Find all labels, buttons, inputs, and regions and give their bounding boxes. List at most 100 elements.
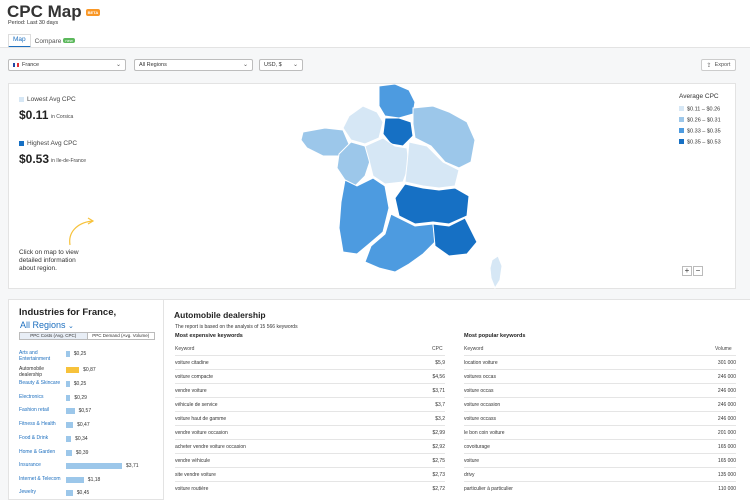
toggle-ppc-costs[interactable]: PPC Costs (Avg. CPC) [20, 333, 88, 339]
tab-divider [0, 47, 750, 48]
region-paca[interactable] [432, 217, 478, 257]
industry-item[interactable]: Home & Garden [19, 449, 64, 455]
curved-arrow-icon [69, 217, 95, 246]
toggle-ppc-demand[interactable]: PPC Demand (Avg. Volume) [88, 333, 155, 339]
value-cell: $2,99 [432, 430, 445, 436]
industry-bar [66, 477, 84, 483]
highest-swatch [19, 140, 24, 146]
industry-bar [66, 367, 80, 373]
value-cell: 246 000 [717, 402, 736, 408]
region-corsica[interactable] [489, 255, 503, 290]
industry-item[interactable]: Internet & Telecom [19, 476, 64, 482]
industry-item[interactable]: Electronics [19, 394, 64, 400]
table-row: vendre voiture $3,71 [175, 383, 445, 397]
currency-select[interactable]: USD, $ ⌄ [259, 59, 303, 71]
tab-map[interactable]: Map [8, 34, 31, 48]
industry-item[interactable]: Food & Drink [19, 435, 64, 441]
industry-item[interactable]: Insurance [19, 462, 64, 468]
industry-value: $0,29 [74, 395, 87, 401]
table-row: voitures occas 246 000 [464, 369, 736, 383]
keyword-cell: vendre voiture occasion [175, 430, 228, 436]
industry-item[interactable]: Arts and Entertainment [19, 350, 64, 362]
industry-bar [66, 463, 122, 469]
zoom-out-button[interactable]: − [693, 266, 703, 276]
keyword-cell: voitures occas [464, 374, 496, 380]
keyword-cell: voiture compacte [175, 374, 214, 380]
keyword-cell: voiture [464, 458, 480, 464]
period-label: Period: Last 30 days [8, 20, 59, 26]
highest-cpc-label: Highest Avg CPC [19, 140, 77, 147]
map-hint: Click on map to view detailed informatio… [19, 249, 79, 272]
zoom-in-button[interactable]: + [682, 266, 692, 276]
table-row: le bon coin voiture 201 000 [464, 425, 736, 439]
legend-item: $0.35 – $0.53 [679, 139, 721, 146]
chevron-down-icon: ⌄ [68, 323, 74, 330]
industry-item[interactable]: Automobile dealership [19, 366, 64, 378]
country-select[interactable]: France ⌄ [8, 59, 126, 71]
industry-bar [66, 395, 71, 401]
value-cell: $2,73 [432, 472, 445, 478]
all-regions-dropdown[interactable]: All Regions ⌄ [20, 320, 74, 330]
industry-value: $0,45 [76, 490, 90, 496]
popular-keywords-title: Most popular keywords [464, 333, 526, 339]
value-cell: 301 000 [717, 360, 736, 366]
beta-badge: BETA [85, 8, 101, 16]
export-icon: ⇪ [706, 62, 712, 69]
industry-value: $1,18 [87, 477, 101, 483]
keyword-cell: location voiture [464, 360, 498, 366]
export-button[interactable]: ⇪ Export [701, 59, 736, 71]
keyword-cell: voiture occas [464, 388, 494, 394]
france-map[interactable] [299, 84, 509, 290]
table-row: voiture haut de gamme $3,2 [175, 411, 445, 425]
legend-title: Average CPC [679, 93, 719, 100]
chevron-down-icon: ⌄ [115, 62, 121, 68]
lowest-swatch [19, 96, 24, 102]
industry-value: $0,34 [75, 436, 88, 442]
industry-value: $0,39 [75, 450, 89, 456]
value-cell: 201 000 [717, 430, 736, 436]
table-row: particulier à particulier 110 000 [464, 481, 736, 495]
table-row: vendre véhicule $2,75 [175, 453, 445, 467]
industry-item[interactable]: Fashion retail [19, 407, 64, 413]
keyword-cell: particulier à particulier [464, 486, 513, 492]
table-row: véhicule de service $3,7 [175, 397, 445, 411]
industries-title: Industries for France, [19, 307, 117, 318]
table-row: voiture compacte $4,56 [175, 369, 445, 383]
industry-value: $3,71 [126, 463, 139, 469]
industry-item[interactable]: Jewelry [19, 489, 64, 495]
industry-item[interactable]: Fitness & Health [19, 421, 64, 427]
region-auvergne-rhone-alpes[interactable] [394, 183, 470, 225]
new-badge: new [63, 38, 75, 43]
keyword-cell: vendre véhicule [175, 458, 211, 464]
col-volume: Volume [715, 346, 732, 352]
value-cell: $4,56 [432, 374, 445, 380]
metric-toggle: PPC Costs (Avg. CPC) PPC Demand (Avg. Vo… [19, 332, 155, 340]
value-cell: $3,71 [432, 388, 445, 394]
region-normandy[interactable] [342, 105, 384, 145]
table-row: drivy 135 000 [464, 467, 736, 481]
industry-bar [66, 381, 70, 387]
report-subtitle: The report is based on the analysis of 1… [175, 324, 298, 330]
table-row: voiture occass 246 000 [464, 411, 736, 425]
keyword-cell: site vendre voiture [175, 472, 216, 478]
chevron-down-icon: ⌄ [292, 62, 298, 68]
industry-value: $0,57 [78, 408, 92, 414]
highest-cpc-value: $0.53 [19, 152, 50, 166]
industry-item[interactable]: Beauty & Skincare [19, 380, 64, 386]
region-select[interactable]: All Regions ⌄ [134, 59, 253, 71]
keyword-cell: drivy [464, 472, 475, 478]
col-keyword: Keyword [464, 346, 484, 352]
region-hauts-de-france[interactable] [378, 84, 416, 119]
legend-item: $0.11 – $0.26 [679, 106, 720, 113]
table-row: site vendre voiture $2,73 [175, 467, 445, 481]
table-row: voiture occas 246 000 [464, 383, 736, 397]
lowest-cpc-region: in Corsica [51, 114, 74, 120]
value-cell: $3,2 [435, 416, 445, 422]
highest-cpc-region: in Ile-de-France [51, 158, 87, 164]
value-cell: $3,7 [435, 402, 445, 408]
table-row: acheter vendre voiture occasion $2,92 [175, 439, 445, 453]
page-title: CPC Map [7, 2, 82, 21]
value-cell: 246 000 [717, 374, 736, 380]
lowest-cpc-label: Lowest Avg CPC [19, 96, 76, 103]
legend-item: $0.26 – $0.31 [679, 117, 721, 124]
